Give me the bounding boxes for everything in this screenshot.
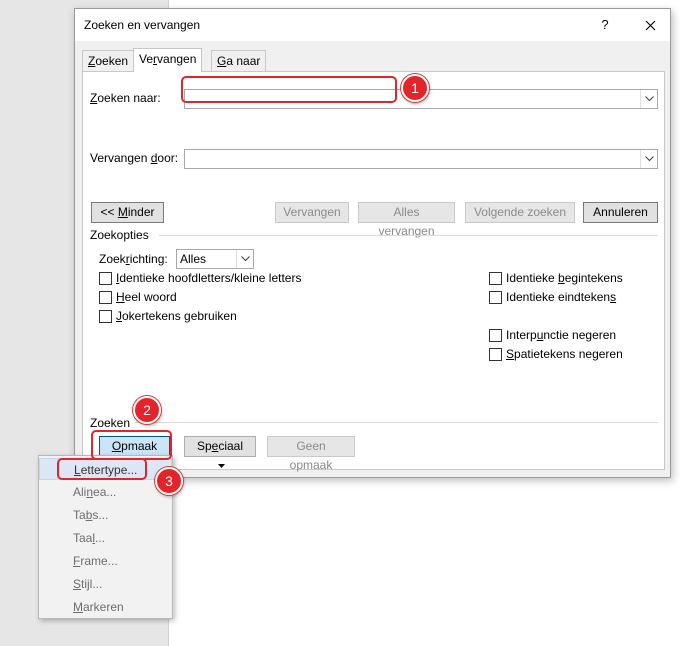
ignore-whitespace-checkbox[interactable] — [489, 348, 502, 361]
match-prefix-checkbox[interactable] — [489, 272, 502, 285]
close-icon — [645, 20, 655, 31]
match-case-label: Identieke hoofdletters/kleine letters — [116, 271, 302, 285]
menu-item-style[interactable]: Stijl... — [39, 573, 172, 595]
wildcards-label: Jokertekens gebruiken — [116, 309, 237, 323]
no-formatting-button[interactable]: Geen opmaak — [267, 436, 355, 472]
close-button[interactable] — [638, 15, 662, 35]
menu-item-tabs[interactable]: Tabs... — [39, 504, 172, 526]
ignore-punctuation-label: Interpunctie negeren — [506, 328, 617, 342]
whole-word-checkbox[interactable] — [99, 291, 112, 304]
match-suffix-label: Identieke eindtekens — [506, 290, 617, 304]
tab-replace[interactable]: Vervangen — [133, 48, 203, 72]
annotation-badge-3: 3 — [155, 467, 183, 495]
match-prefix-label: Identieke begintekens — [506, 271, 623, 285]
direction-label: Zoekrichting: — [99, 252, 168, 266]
find-section-title: Zoeken — [90, 416, 131, 430]
replace-input[interactable] — [185, 150, 639, 168]
ignore-punctuation-checkbox[interactable] — [489, 329, 502, 342]
ignore-whitespace-label: Spatietekens negeren — [506, 347, 623, 361]
title-bar: Zoeken en vervangen ? — [75, 9, 670, 41]
find-dropdown-button[interactable] — [640, 90, 657, 108]
annotation-box-font-item — [57, 458, 147, 480]
direction-dropdown-button[interactable] — [236, 250, 253, 268]
chevron-down-icon — [644, 96, 654, 102]
replace-combobox — [184, 149, 658, 169]
tab-goto[interactable]: Ga naar — [211, 50, 267, 72]
replace-button[interactable]: Vervangen — [275, 202, 349, 223]
replace-dropdown-button[interactable] — [640, 150, 657, 168]
replace-label: Vervangen door: — [90, 151, 179, 165]
help-button[interactable]: ? — [593, 15, 617, 35]
find-label: Zoeken naar: — [90, 91, 161, 105]
chevron-down-icon — [240, 256, 250, 262]
whole-word-label: Heel woord — [116, 290, 177, 304]
search-options-divider — [159, 235, 658, 236]
less-button[interactable]: << Minder — [91, 202, 164, 223]
tab-panel-replace: Zoeken naar: Vervangen door: << Minder V… — [82, 71, 665, 472]
dialog-title: Zoeken en vervangen — [84, 18, 201, 32]
annotation-badge-2: 2 — [133, 396, 161, 424]
search-options-title: Zoekopties — [90, 228, 149, 242]
direction-select[interactable]: Alles — [176, 249, 254, 269]
find-next-button[interactable]: Volgende zoeken — [465, 202, 575, 223]
cancel-button[interactable]: Annuleren — [583, 202, 658, 223]
annotation-box-format-button — [91, 430, 172, 460]
direction-value: Alles — [180, 252, 207, 266]
menu-item-paragraph[interactable]: Alinea... — [39, 481, 172, 503]
menu-item-language[interactable]: Taal... — [39, 527, 172, 549]
tab-find[interactable]: Zoeken — [82, 50, 135, 72]
match-case-checkbox[interactable] — [99, 272, 112, 285]
annotation-box-find-input — [181, 76, 397, 103]
menu-item-frame[interactable]: Frame... — [39, 550, 172, 572]
annotation-badge-1: 1 — [401, 74, 429, 102]
find-section-divider — [135, 422, 658, 423]
replace-all-button[interactable]: Alles vervangen — [358, 202, 455, 238]
wildcards-checkbox[interactable] — [99, 310, 112, 323]
special-button[interactable]: Speciaal — [184, 436, 256, 468]
menu-item-highlight[interactable]: Markeren — [39, 596, 172, 618]
chevron-down-icon — [644, 156, 654, 162]
caret-down-icon — [218, 463, 225, 468]
match-suffix-checkbox[interactable] — [489, 291, 502, 304]
